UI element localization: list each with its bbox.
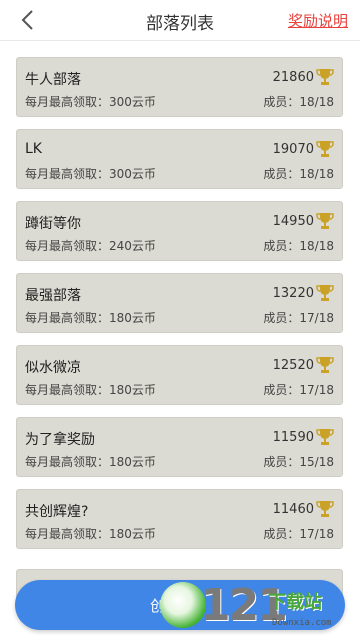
trophy-icon <box>316 429 334 445</box>
tribe-list: 牛人部落 每月最高领取：300云币 21860 成员：18/18 LK 每月最高… <box>16 57 343 561</box>
tribe-name: 牛人部落 <box>25 72 81 88</box>
tribe-card[interactable]: 牛人部落 每月最高领取：300云币 21860 成员：18/18 <box>16 57 343 117</box>
trophy-icon <box>316 501 334 517</box>
tribe-members: 成员：18/18 <box>263 95 334 109</box>
tribe-card[interactable]: 最强部落 每月最高领取：180云币 13220 成员：17/18 <box>16 273 343 333</box>
tribe-score: 12520 <box>272 358 314 373</box>
tribe-score: 14950 <box>272 214 314 229</box>
tribe-members: 成员：17/18 <box>263 311 334 325</box>
tribe-card[interactable]: 共创辉煌? 每月最高领取：180云币 11460 成员：17/18 <box>16 489 343 549</box>
trophy-icon <box>316 69 334 85</box>
tribe-members: 成员：18/18 <box>263 239 334 253</box>
tribe-name: 为了拿奖励 <box>25 432 95 448</box>
tribe-members: 成员：15/18 <box>263 455 334 469</box>
tribe-score: 13220 <box>272 286 314 301</box>
tribe-name: 最强部落 <box>25 288 81 304</box>
tribe-monthly-quota: 每月最高领取：300云币 <box>25 95 156 109</box>
tribe-members: 成员：17/18 <box>263 383 334 397</box>
tribe-members: 成员：17/18 <box>263 527 334 541</box>
tribe-members: 成员：18/18 <box>263 167 334 181</box>
tribe-card[interactable]: 为了拿奖励 每月最高领取：180云币 11590 成员：15/18 <box>16 417 343 477</box>
watermark-site-name: 下载站 <box>268 592 322 613</box>
trophy-icon <box>316 213 334 229</box>
watermark-site-url: Downxia.com <box>272 618 332 628</box>
tribe-card[interactable]: LK 每月最高领取：300云币 19070 成员：18/18 <box>16 129 343 189</box>
site-watermark-logo: 121 下载站 Downxia.com <box>160 578 360 640</box>
tribe-monthly-quota: 每月最高领取：240云币 <box>25 239 156 253</box>
trophy-icon <box>316 285 334 301</box>
trophy-icon <box>316 357 334 373</box>
tribe-card[interactable]: 蹲街等你 每月最高领取：240云币 14950 成员：18/18 <box>16 201 343 261</box>
reward-explanation-link[interactable]: 奖励说明 <box>288 10 348 31</box>
trophy-icon <box>316 141 334 157</box>
tribe-monthly-quota: 每月最高领取：300云币 <box>25 167 156 181</box>
tribe-monthly-quota: 每月最高领取：180云币 <box>25 311 156 325</box>
tribe-score: 11460 <box>272 502 314 517</box>
tribe-name: LK <box>25 141 42 157</box>
tribe-score: 21860 <box>272 70 314 85</box>
tribe-monthly-quota: 每月最高领取：180云币 <box>25 383 156 397</box>
app-header: 部落列表 奖励说明 <box>0 0 360 41</box>
tribe-name: 蹲街等你 <box>25 216 81 232</box>
tribe-score: 19070 <box>272 142 314 157</box>
tribe-name: 共创辉煌? <box>25 504 89 520</box>
tribe-name: 似水微凉 <box>25 360 81 376</box>
tribe-monthly-quota: 每月最高领取：180云币 <box>25 527 156 541</box>
tribe-monthly-quota: 每月最高领取：180云币 <box>25 455 156 469</box>
tribe-card[interactable]: 似水微凉 每月最高领取：180云币 12520 成员：17/18 <box>16 345 343 405</box>
tribe-score: 11590 <box>272 430 314 445</box>
